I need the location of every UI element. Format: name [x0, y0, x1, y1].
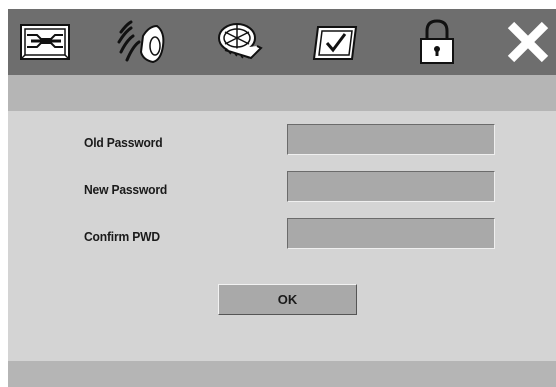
exit-tab[interactable]	[500, 15, 556, 69]
old-password-label: Old Password	[84, 135, 163, 150]
password-lock-icon	[420, 19, 454, 64]
preferences-icon	[312, 26, 358, 60]
exit-icon	[507, 21, 549, 63]
old-password-input[interactable]	[287, 124, 495, 155]
status-bar	[8, 361, 556, 387]
menu-toolbar	[8, 9, 556, 75]
ok-button[interactable]: OK	[218, 284, 357, 315]
settings-tab[interactable]	[18, 15, 74, 69]
password-tab[interactable]	[409, 15, 465, 69]
confirm-password-label: Confirm PWD	[84, 229, 160, 244]
preferences-tab[interactable]	[310, 15, 366, 69]
password-panel: Old Password New Password Confirm PWD OK	[8, 111, 556, 361]
settings-icon	[20, 24, 70, 60]
audio-tab[interactable]	[113, 15, 169, 69]
confirm-password-input[interactable]	[287, 218, 495, 249]
audio-icon	[117, 20, 165, 64]
title-bar	[8, 75, 556, 111]
video-tab[interactable]	[211, 15, 267, 69]
new-password-label: New Password	[84, 182, 168, 197]
video-icon	[218, 23, 263, 60]
setup-window: Old Password New Password Confirm PWD OK	[8, 9, 556, 387]
new-password-input[interactable]	[287, 171, 495, 202]
